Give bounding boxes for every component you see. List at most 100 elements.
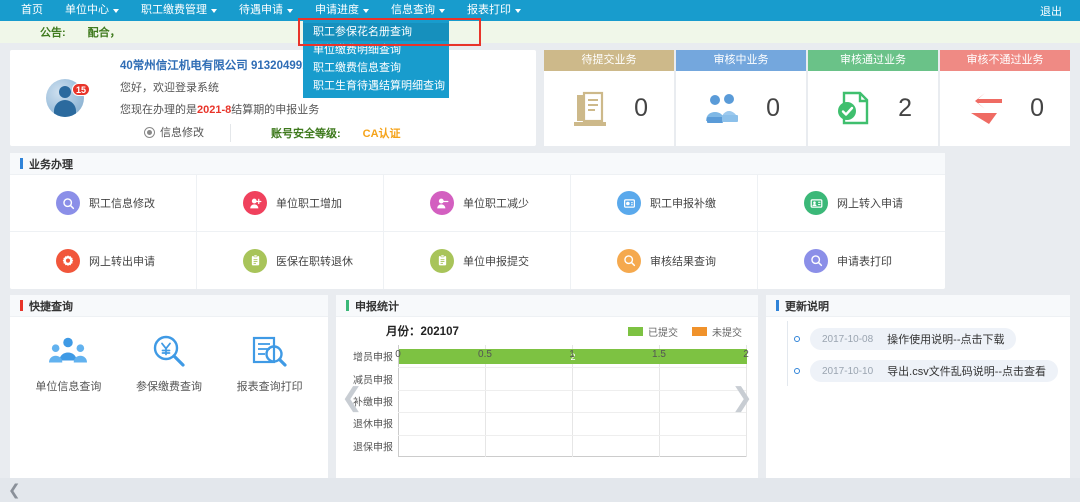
status-cards: 待提交业务 0 审核中业务 [544,50,1070,146]
legend-swatch [692,327,707,336]
chart-topline: 月份：202107 已提交 未提交 [336,317,758,339]
announcement-bar: 公告: 配合， [0,21,1080,43]
chart-x-tick: 2 [743,349,749,360]
accent-bar [776,300,779,311]
business-item-label: 审核结果查询 [650,253,716,269]
chevron-right-icon[interactable]: ❯ [731,385,753,411]
chart-body: 月份：202107 已提交 未提交 [336,317,758,479]
list-item[interactable]: 2017-10-10 导出.csv文件乱码说明--点击查看 [784,360,1070,382]
security-level-label: 账号安全等级: [271,125,341,141]
dropdown-item-employee-payment-info[interactable]: 职工缴费信息查询 [303,59,449,77]
nav-item-unit-center[interactable]: 单位中心 [54,0,130,21]
chart-x-tick: 1 [569,349,575,360]
stat-card-value: 2 [898,94,912,123]
chart-month: 月份：202107 [386,323,459,339]
business-item-supplementary-payment[interactable]: 职工申报补缴 [571,175,758,232]
user-remove-icon [430,191,454,215]
nav-item-payment-management[interactable]: 职工缴费管理 [130,0,228,21]
notification-badge[interactable]: 15 [72,83,90,96]
dropdown-item-unit-payment-detail[interactable]: 单位缴费明细查询 [303,41,449,59]
accent-bar [20,300,23,311]
people-icon [702,91,742,127]
modify-info-button[interactable]: 信息修改 [120,124,231,142]
document-stack-icon [570,91,610,127]
business-item-label: 职工申报补缴 [650,195,716,211]
information-query-dropdown: 职工参保花名册查询 单位缴费明细查询 职工缴费信息查询 职工生育待遇结算明细查询 [303,21,449,98]
news-pill[interactable]: 2017-10-08 操作使用说明--点击下载 [810,328,1016,350]
business-section: 业务办理 职工信息修改 单位职工增加 [0,147,1080,289]
chart-panel-header: 申报统计 [336,295,758,317]
chart-legend: 已提交 未提交 [628,324,742,339]
app-page: 首页 单位中心 职工缴费管理 待遇申请 申请进度 信息查询 报表打印 退出 公 [0,0,1080,502]
stat-card-title: 审核通过业务 [808,50,938,71]
business-item-online-transfer-in[interactable]: 网上转入申请 [758,175,945,232]
nav-item-label: 信息查询 [391,0,435,21]
business-panel: 业务办理 职工信息修改 单位职工增加 [10,153,945,289]
chevron-left-icon[interactable]: ❮ [341,385,363,411]
business-item-retirement-transfer[interactable]: 医保在职转退休 [197,232,384,289]
business-item-label: 单位职工增加 [276,195,342,211]
update-notes-title: 更新说明 [785,298,829,314]
quick-query-header: 快捷查询 [10,295,328,317]
legend-item-submitted: 已提交 [628,324,678,339]
business-item-unit-declaration-submit[interactable]: 单位申报提交 [384,232,571,289]
news-pill[interactable]: 2017-10-10 导出.csv文件乱码说明--点击查看 [810,360,1058,382]
chart-category-label: 退休申报 [353,416,393,431]
quick-item-insurance-payment-query[interactable]: 参保缴费查询 [124,335,214,394]
chevron-down-icon [439,9,445,13]
nav-item-label: 申请进度 [315,0,359,21]
stat-card-value: 0 [634,94,648,123]
stat-card-rejected[interactable]: 审核不通过业务 0 [940,50,1070,146]
gear-icon [56,249,80,273]
business-item-online-transfer-out[interactable]: 网上转出申请 [10,232,197,289]
search-icon [804,249,828,273]
dropdown-item-roster-query[interactable]: 职工参保花名册查询 [303,23,449,41]
chart-category-label: 增员申报 [353,349,393,364]
nav-item-report-print[interactable]: 报表打印 [456,0,532,21]
chevron-left-icon[interactable]: ❮ [8,483,21,498]
business-item-label: 职工信息修改 [89,195,155,211]
user-action-row: 信息修改 账号安全等级: CA认证 [120,124,520,142]
nav-item-information-query[interactable]: 信息查询 [380,0,456,21]
nav-item-label: 报表打印 [467,0,511,21]
update-notes-list: 2017-10-08 操作使用说明--点击下载 2017-10-10 导出.cs… [766,317,1070,382]
announcement-text: 配合， [88,24,121,40]
chart-rowline [398,367,746,368]
business-item-remove-employee[interactable]: 单位职工减少 [384,175,571,232]
user-info-card: 15 40常州信江机电有限公司 91320499123419003 您好，欢迎登… [10,50,536,146]
chart-x-tick: 0 [395,349,401,360]
business-item-application-form-print[interactable]: 申请表打印 [758,232,945,289]
nav-item-application-progress[interactable]: 申请进度 [304,0,380,21]
chart-panel-title: 申报统计 [355,298,399,314]
nav-item-home[interactable]: 首页 [10,0,54,21]
chart-x-tick: 1.5 [652,349,666,360]
quick-item-label: 参保缴费查询 [136,378,202,394]
logout-button[interactable]: 退出 [1040,3,1080,19]
nav-item-benefit-application[interactable]: 待遇申请 [228,0,304,21]
business-item-review-result-query[interactable]: 审核结果查询 [571,232,758,289]
quick-item-unit-info-query[interactable]: 单位信息查询 [23,335,113,394]
update-notes-header: 更新说明 [766,295,1070,317]
modify-info-label: 信息修改 [160,124,204,142]
quick-item-label: 报表查询打印 [237,378,303,394]
security-level-value[interactable]: CA认证 [363,125,401,141]
chart-rowline [398,412,746,413]
announcement-label: 公告: [40,24,66,40]
business-grid: 职工信息修改 单位职工增加 单位职工减少 [10,175,945,289]
business-item-employee-info-modify[interactable]: 职工信息修改 [10,175,197,232]
stat-card-under-review[interactable]: 审核中业务 0 [676,50,806,146]
update-notes-panel: 更新说明 2017-10-08 操作使用说明--点击下载 2017-10-10 … [766,295,1070,480]
list-item[interactable]: 2017-10-08 操作使用说明--点击下载 [784,328,1070,350]
business-item-add-employee[interactable]: 单位职工增加 [197,175,384,232]
chart-month-label: 月份： [386,326,421,338]
quick-item-report-query-print[interactable]: 报表查询打印 [225,335,315,394]
stat-card-approved[interactable]: 审核通过业务 2 [808,50,938,146]
bullet-icon [794,368,800,374]
chevron-down-icon [515,9,521,13]
business-panel-title: 业务办理 [29,156,73,172]
search-icon [617,249,641,273]
target-icon [144,127,155,138]
stat-card-pending-submit[interactable]: 待提交业务 0 [544,50,674,146]
dropdown-item-maternity-settlement-detail[interactable]: 职工生育待遇结算明细查询 [303,77,449,95]
nav-item-label: 职工缴费管理 [141,0,207,21]
